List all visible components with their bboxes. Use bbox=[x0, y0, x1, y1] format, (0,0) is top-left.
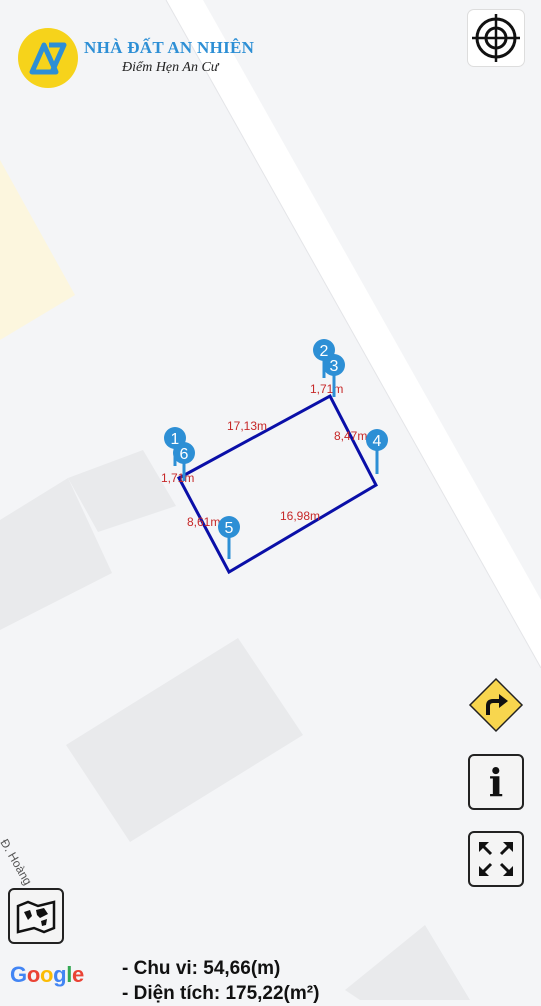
info-button[interactable]: i bbox=[468, 754, 524, 810]
edge-label-3: 16,98m bbox=[280, 509, 320, 523]
logo-emblem bbox=[18, 28, 78, 88]
edge-label-2: 8,47m bbox=[334, 429, 367, 443]
fullscreen-button[interactable] bbox=[468, 831, 524, 887]
map-layers-icon bbox=[16, 900, 56, 934]
turn-right-arrow-icon bbox=[468, 677, 524, 733]
area-text: - Diện tích: 175,22(m²) bbox=[122, 983, 320, 1004]
map-canvas[interactable]: Đ. Hoàng 17,13m 8,47m 16,98m 8,61m 1,71m… bbox=[0, 0, 541, 1000]
measurement-summary: - Chu vi: 54,66(m) - Diện tích: 175,22(m… bbox=[122, 956, 319, 1006]
crosshair-icon bbox=[472, 14, 520, 62]
map-layers-button[interactable] bbox=[8, 888, 64, 944]
directions-button[interactable] bbox=[468, 677, 524, 733]
my-location-button[interactable] bbox=[468, 10, 524, 66]
edge-label-6: 1,71m bbox=[161, 471, 194, 485]
google-letter: o bbox=[39, 962, 54, 987]
edge-label-4: 8,61m bbox=[187, 515, 220, 529]
brand-tagline: Điểm Hẹn An Cư bbox=[122, 60, 219, 75]
perimeter-text: - Chu vi: 54,66(m) bbox=[122, 958, 281, 979]
fullscreen-icon bbox=[479, 842, 513, 876]
brand-name: NHÀ ĐẤT AN NHIÊN bbox=[84, 38, 255, 57]
brand-logo: NHÀ ĐẤT AN NHIÊN Điểm Hẹn An Cư bbox=[18, 24, 288, 90]
pin-label: 6 bbox=[180, 446, 189, 463]
pin-label: 3 bbox=[330, 358, 339, 375]
google-letter: e bbox=[72, 962, 84, 987]
pin-label: 4 bbox=[373, 433, 382, 450]
google-letter: G bbox=[10, 962, 27, 987]
pin-label: 5 bbox=[225, 520, 234, 537]
edge-label-1: 17,13m bbox=[227, 419, 267, 433]
google-attribution: Google bbox=[10, 962, 84, 988]
google-letter: g bbox=[53, 962, 67, 987]
google-letter: o bbox=[26, 962, 40, 987]
edge-label-5: 1,71m bbox=[310, 382, 343, 396]
info-icon: i bbox=[488, 760, 504, 805]
